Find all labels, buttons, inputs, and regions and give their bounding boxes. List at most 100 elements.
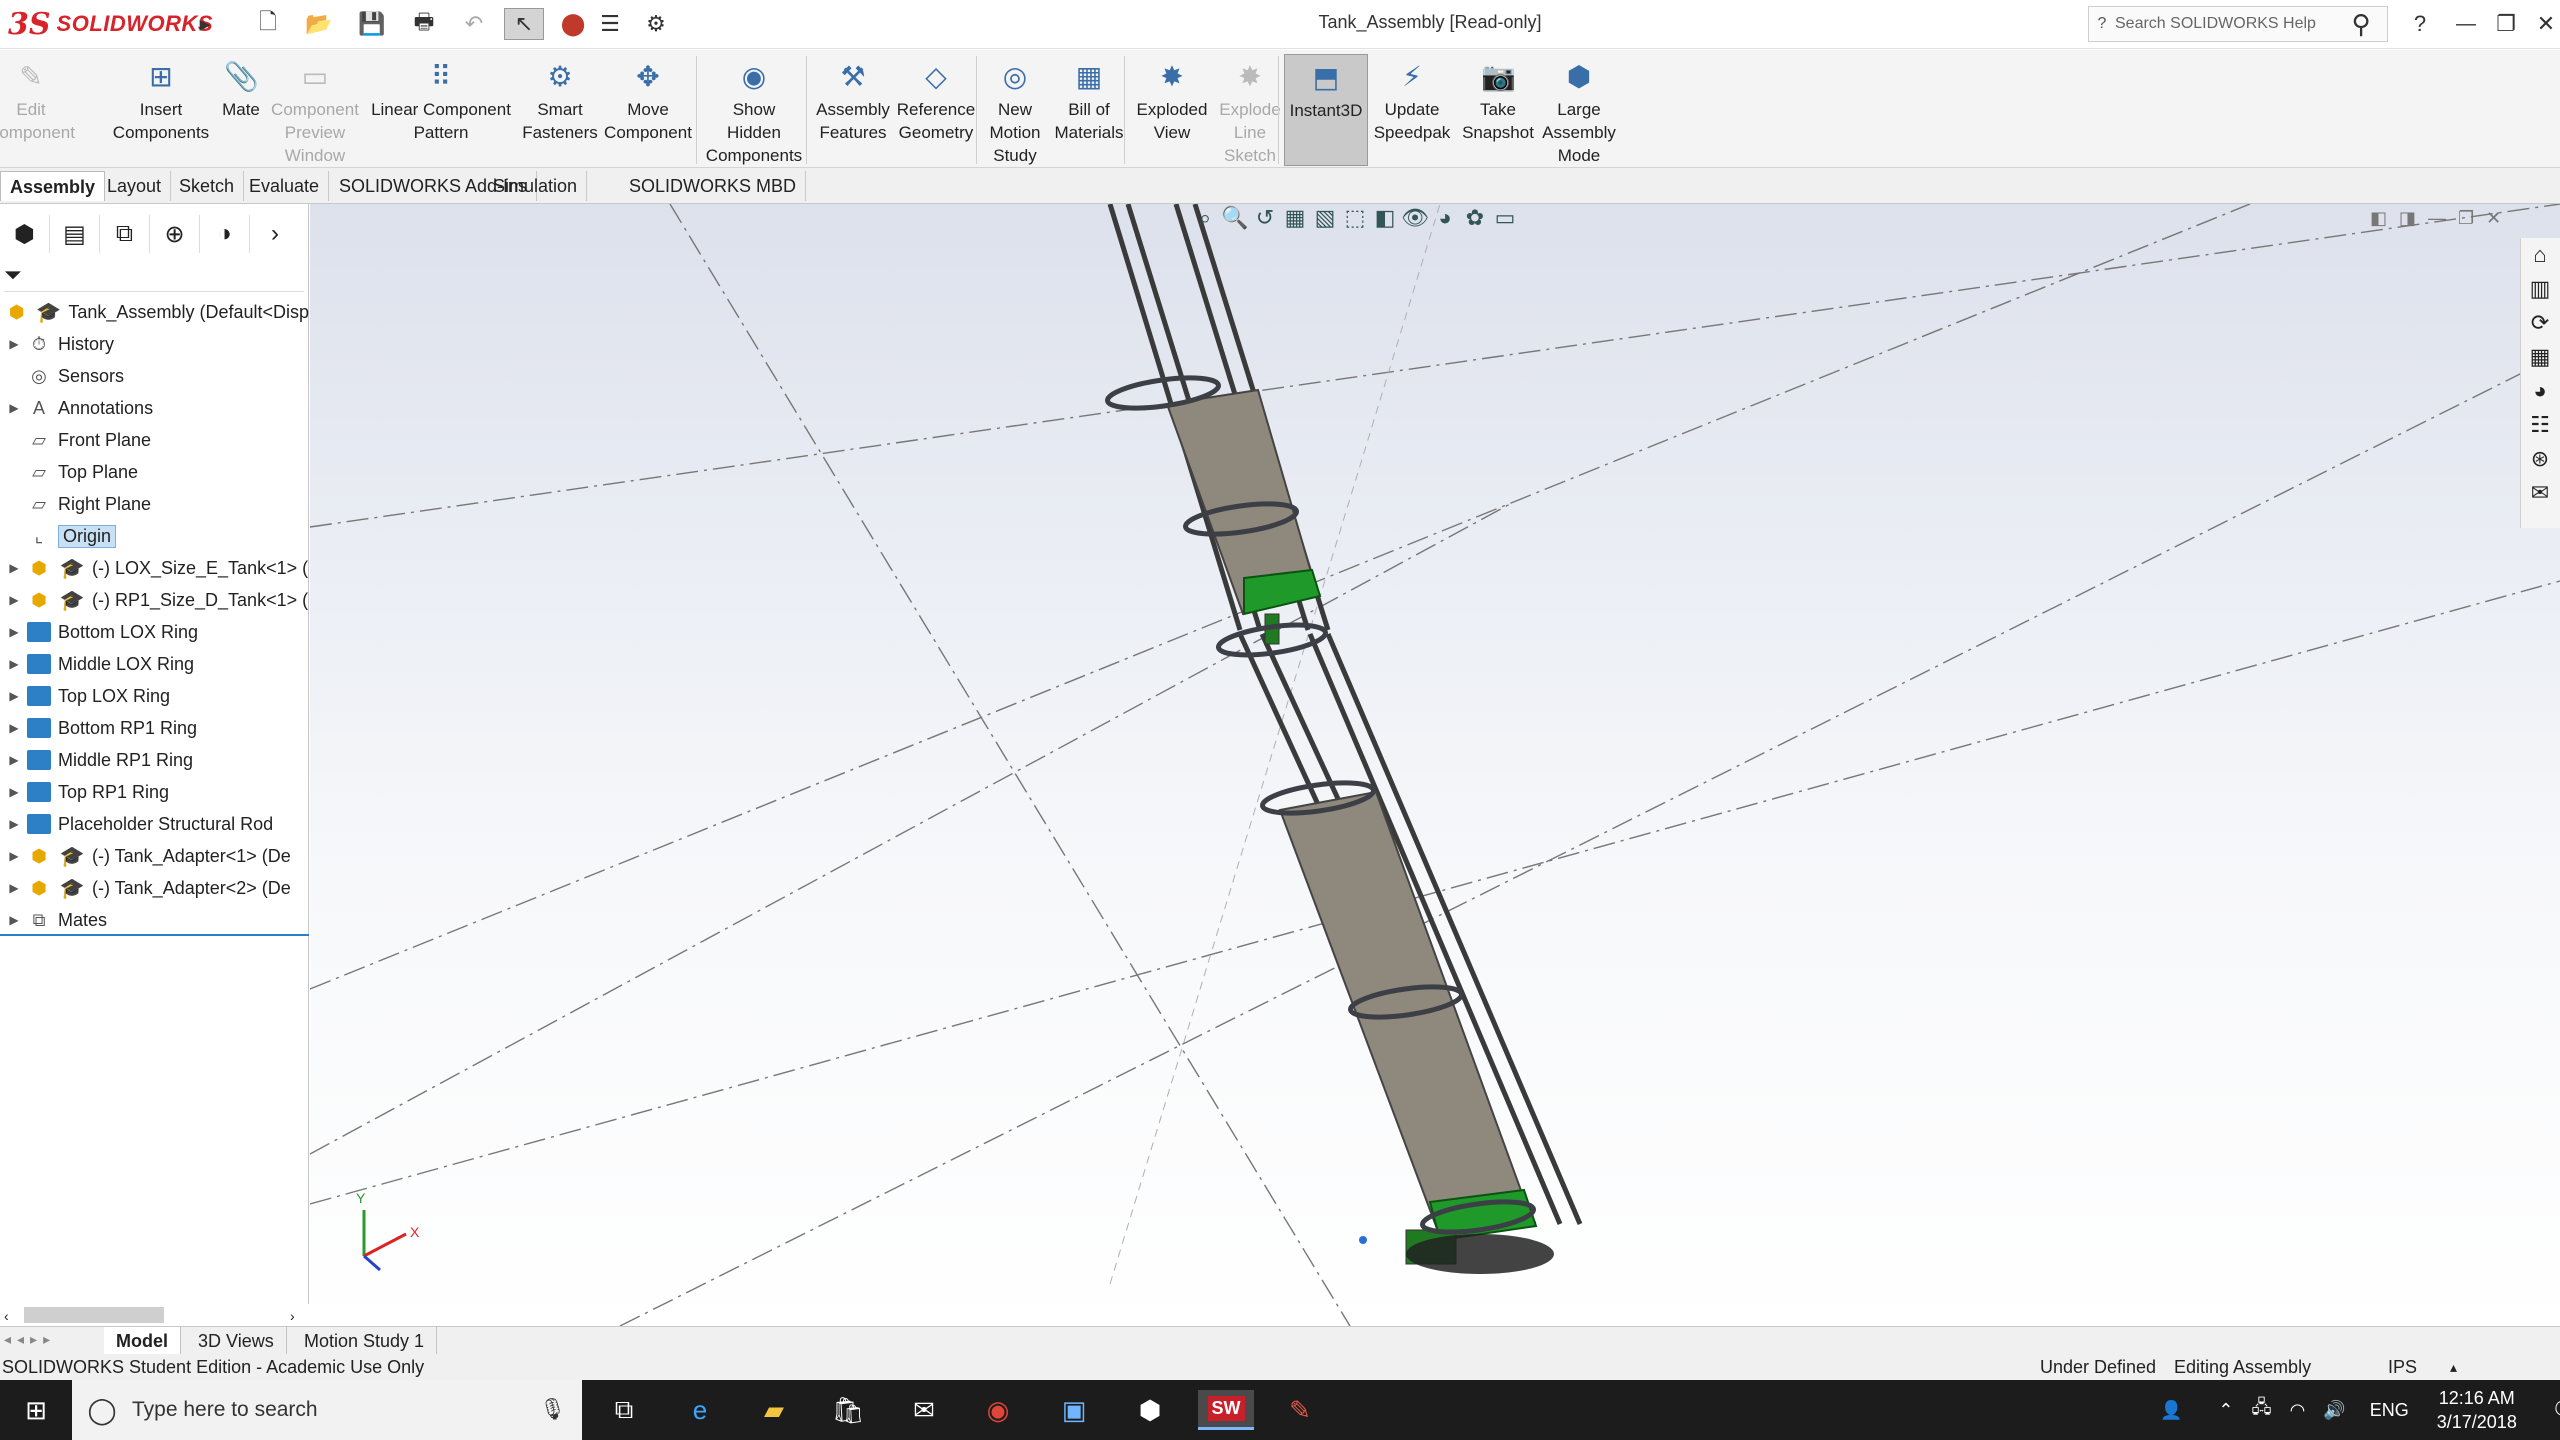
- expand-arrow-icon[interactable]: ▶: [6, 561, 22, 575]
- view-palette-icon[interactable]: ▦: [2521, 340, 2559, 374]
- file-properties-icon[interactable]: ☰: [594, 8, 626, 40]
- expand-arrow-icon[interactable]: ▶: [6, 849, 22, 863]
- appearances-icon[interactable]: ◕: [2521, 374, 2559, 408]
- mail-icon[interactable]: ✉: [896, 1390, 952, 1430]
- tree-item[interactable]: ⌞ Origin: [0, 520, 309, 552]
- property-manager-tab-icon[interactable]: ▤: [50, 215, 100, 253]
- volume-icon[interactable]: 🔊: [2323, 1400, 2345, 1421]
- expand-arrow-icon[interactable]: ▶: [6, 753, 22, 767]
- tree-item[interactable]: ▶ ⬢ 🎓 (-) Tank_Adapter<1> (De: [0, 840, 309, 872]
- app-window-icon[interactable]: ▣: [1046, 1390, 1102, 1430]
- edit-appearance-icon[interactable]: ◕: [1430, 204, 1460, 232]
- graphics-area[interactable]: Y X ⌕ 🔍 ↺ ▦ ▧ ⬚ ◧ 👁 ◕ ✿ ▭ ◧ ◨ — ❐ ✕: [310, 204, 2560, 1326]
- file-explorer-icon[interactable]: ⟳: [2521, 306, 2559, 340]
- tree-item[interactable]: ▶ Bottom RP1 Ring: [0, 712, 309, 744]
- undo-icon[interactable]: ↶: [454, 8, 494, 40]
- tree-item[interactable]: ▶ ⬢ 🎓 (-) LOX_Size_E_Tank<1> (: [0, 552, 309, 584]
- panel-tabs-more-icon[interactable]: ›: [250, 215, 300, 253]
- tree-item[interactable]: ▱ Right Plane: [0, 488, 309, 520]
- previous-view-icon[interactable]: ↺: [1250, 204, 1280, 232]
- viewport-close-icon[interactable]: ✕: [2486, 208, 2501, 229]
- microphone-icon[interactable]: 🎙: [539, 1398, 566, 1422]
- scroll-right-icon[interactable]: ›: [290, 1308, 295, 1324]
- action-center-icon[interactable]: 🗨 3: [2551, 1396, 2560, 1425]
- tab-evaluate[interactable]: Evaluate: [240, 171, 330, 201]
- settings-app-icon[interactable]: ⬢: [1122, 1390, 1178, 1430]
- expand-arrow-icon[interactable]: ▶: [6, 881, 22, 895]
- tree-root[interactable]: ⬢ 🎓 Tank_Assembly (Default<Disp: [0, 296, 309, 328]
- people-icon[interactable]: 👤: [2160, 1400, 2182, 1421]
- tree-item[interactable]: ▶ ⬢ 🎓 (-) Tank_Adapter<2> (De: [0, 872, 309, 904]
- menu-expand-arrow-icon[interactable]: ▶: [198, 8, 212, 40]
- expand-arrow-icon[interactable]: ▶: [6, 593, 22, 607]
- linear-pattern-button[interactable]: ⠿ Linear Component Pattern: [366, 54, 516, 166]
- dimxpert-tab-icon[interactable]: ⊕: [150, 215, 200, 253]
- options-gear-icon[interactable]: ⚙: [634, 8, 678, 40]
- move-component-button[interactable]: ✥ Move Component: [602, 54, 694, 166]
- large-assembly-mode-button[interactable]: ⬢ Large Assembly Mode: [1540, 54, 1618, 166]
- feature-manager-tab-icon[interactable]: ⬢: [0, 215, 50, 253]
- print-icon[interactable]: 🖶: [402, 8, 446, 40]
- smart-fasteners-button[interactable]: ⚙ Smart Fasteners: [518, 54, 602, 166]
- solidworks-forum-icon[interactable]: ⊛: [2521, 442, 2559, 476]
- new-document-icon[interactable]: 🗋: [248, 8, 288, 40]
- network-icon[interactable]: 🖧: [2252, 1395, 2272, 1425]
- solidworks-logo[interactable]: 3S SOLIDWORKS: [8, 7, 213, 42]
- tree-item[interactable]: ▶ ⬢ 🎓 (-) RP1_Size_D_Tank<1> (: [0, 584, 309, 616]
- tree-horizontal-scrollbar[interactable]: ‹ ›: [0, 1304, 309, 1326]
- help-menu-icon[interactable]: ?: [2400, 8, 2440, 40]
- mate-button[interactable]: 📎 Mate: [216, 54, 266, 166]
- new-motion-study-button[interactable]: ◎ New Motion Study: [984, 54, 1046, 166]
- viewport-split-right-icon[interactable]: ◨: [2399, 208, 2416, 229]
- close-button[interactable]: ✕: [2526, 8, 2560, 40]
- solidworks-chat-icon[interactable]: ✉: [2521, 476, 2559, 510]
- rebuild-icon[interactable]: ⬤: [560, 8, 586, 40]
- tree-item[interactable]: ▶ Middle RP1 Ring: [0, 744, 309, 776]
- design-library-icon[interactable]: ▥: [2521, 272, 2559, 306]
- expand-arrow-icon[interactable]: ▶: [6, 401, 22, 415]
- expand-arrow-icon[interactable]: ▶: [6, 337, 22, 351]
- update-speedpak-button[interactable]: ⚡ Update Speedpak: [1370, 54, 1454, 166]
- tree-item[interactable]: ▶ Placeholder Structural Rod: [0, 808, 309, 840]
- taskbar-search-input[interactable]: Type here to search: [132, 1398, 318, 1422]
- exploded-view-button[interactable]: ✸ Exploded View: [1130, 54, 1214, 166]
- help-search-input[interactable]: Search SOLIDWORKS Help: [2115, 15, 2316, 33]
- tab-layout[interactable]: Layout: [98, 171, 172, 201]
- instant3d-button[interactable]: ⬒ Instant3D: [1284, 54, 1368, 166]
- expand-arrow-icon[interactable]: ▶: [6, 721, 22, 735]
- tree-item[interactable]: ▱ Top Plane: [0, 456, 309, 488]
- rollback-bar[interactable]: [0, 934, 309, 936]
- status-units[interactable]: IPS: [2388, 1354, 2417, 1380]
- expand-arrow-icon[interactable]: ▶: [6, 785, 22, 799]
- bill-of-materials-button[interactable]: ▦ Bill of Materials: [1048, 54, 1130, 166]
- tab-solidworks-mbd[interactable]: SOLIDWORKS MBD: [620, 171, 807, 201]
- bottom-tab-motion-study-1[interactable]: Motion Study 1: [292, 1327, 438, 1355]
- take-snapshot-button[interactable]: 📷 Take Snapshot: [1460, 54, 1536, 166]
- display-style-icon[interactable]: ◧: [1370, 204, 1400, 232]
- windows-start-icon[interactable]: ⊞: [8, 1390, 64, 1430]
- taskbar-search[interactable]: ◯ Type here to search 🎙: [72, 1380, 582, 1440]
- section-view-icon[interactable]: ▦: [1280, 204, 1310, 232]
- drawing-app-icon[interactable]: ✎: [1272, 1390, 1328, 1430]
- clock[interactable]: 12:16 AM 3/17/2018: [2437, 1386, 2517, 1434]
- viewport-minimize-icon[interactable]: —: [2428, 208, 2446, 229]
- zoom-to-area-icon[interactable]: 🔍: [1220, 204, 1250, 232]
- hide-show-items-icon[interactable]: 👁: [1400, 204, 1430, 232]
- solidworks-resources-icon[interactable]: ⌂: [2521, 238, 2559, 272]
- assembly-features-button[interactable]: ⚒ Assembly Features: [814, 54, 892, 166]
- expand-arrow-icon[interactable]: ▶: [6, 657, 22, 671]
- language-indicator[interactable]: ENG: [2370, 1400, 2409, 1421]
- reference-geometry-button[interactable]: ◇ Reference Geometry: [894, 54, 978, 166]
- apply-scene-icon[interactable]: ✿: [1460, 204, 1490, 232]
- tree-item[interactable]: ▶ Top RP1 Ring: [0, 776, 309, 808]
- select-icon[interactable]: ↖: [504, 8, 544, 40]
- tab-assembly[interactable]: Assembly: [0, 171, 106, 201]
- viewport-split-left-icon[interactable]: ◧: [2370, 208, 2387, 229]
- expand-arrow-icon[interactable]: ▶: [6, 817, 22, 831]
- tree-item[interactable]: ▱ Front Plane: [0, 424, 309, 456]
- tree-item[interactable]: ▶ Top LOX Ring: [0, 680, 309, 712]
- show-hidden-button[interactable]: ◉ Show Hidden Components: [698, 54, 810, 166]
- tree-item[interactable]: ◎ Sensors: [0, 360, 309, 392]
- tree-item[interactable]: ▶ Middle LOX Ring: [0, 648, 309, 680]
- solidworks-taskbar-icon[interactable]: SW: [1198, 1390, 1254, 1430]
